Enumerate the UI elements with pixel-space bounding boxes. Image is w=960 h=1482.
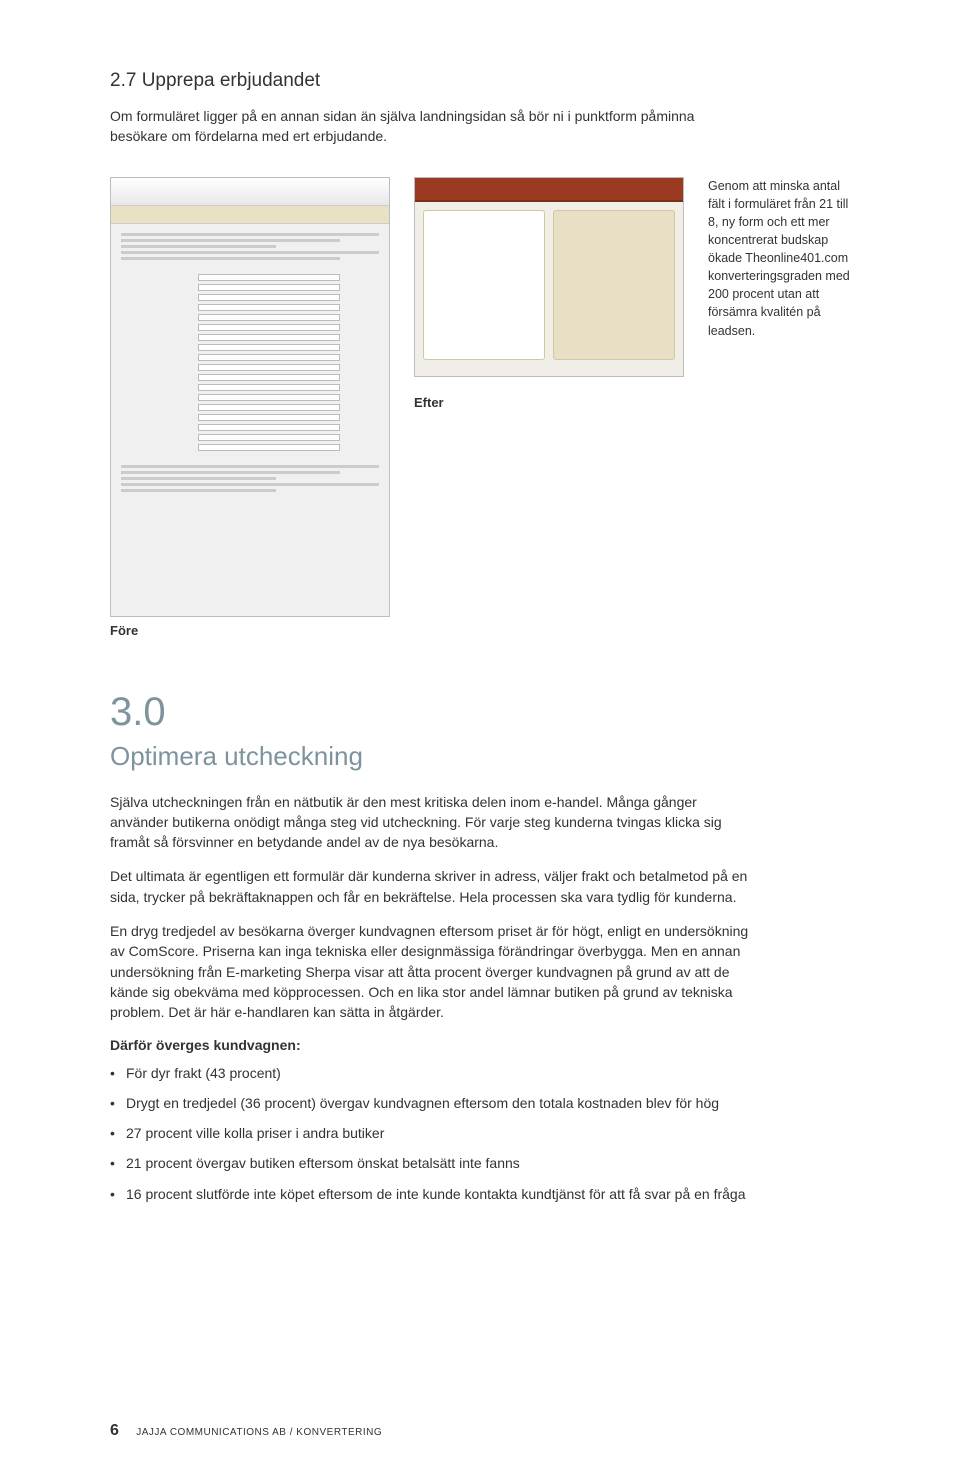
section-heading-2-7: 2.7 Upprepa erbjudandet	[110, 70, 850, 92]
figure-row: Före Efter Genom att minska antal fält i…	[110, 177, 850, 638]
paragraph-1: Själva utcheckningen från en nätbutik är…	[110, 792, 750, 853]
list-item: 21 procent övergav butiken eftersom önsk…	[110, 1153, 750, 1173]
figure-before	[110, 177, 390, 617]
figure-after-column: Efter	[414, 177, 684, 410]
list-item: 16 procent slutförde inte köpet eftersom…	[110, 1184, 750, 1204]
figure-before-column: Före	[110, 177, 390, 638]
list-item: För dyr frakt (43 procent)	[110, 1063, 750, 1083]
sidebar-caption: Genom att minska antal fält i formuläret…	[708, 177, 850, 340]
page-footer: 6 JAJJA COMMUNICATIONS AB / KONVERTERING	[110, 1422, 382, 1440]
list-item: Drygt en tredjedel (36 procent) övergav …	[110, 1093, 750, 1113]
section-number-3-0: 3.0	[110, 690, 850, 735]
paragraph-2: Det ultimata är egentligen ett formulär …	[110, 866, 750, 907]
bullet-list: För dyr frakt (43 procent) Drygt en tred…	[110, 1063, 750, 1204]
list-item: 27 procent ville kolla priser i andra bu…	[110, 1123, 750, 1143]
subhead-reasons: Därför överges kundvagnen:	[110, 1037, 850, 1053]
page-number: 6	[110, 1422, 119, 1439]
section-title-optimera: Optimera utcheckning	[110, 741, 850, 772]
intro-paragraph: Om formuläret ligger på en annan sidan ä…	[110, 106, 730, 147]
paragraph-3: En dryg tredjedel av besökarna överger k…	[110, 921, 750, 1022]
footer-line: JAJJA COMMUNICATIONS AB / KONVERTERING	[136, 1427, 382, 1438]
caption-before: Före	[110, 623, 390, 638]
figure-after	[414, 177, 684, 377]
caption-after: Efter	[414, 395, 684, 410]
